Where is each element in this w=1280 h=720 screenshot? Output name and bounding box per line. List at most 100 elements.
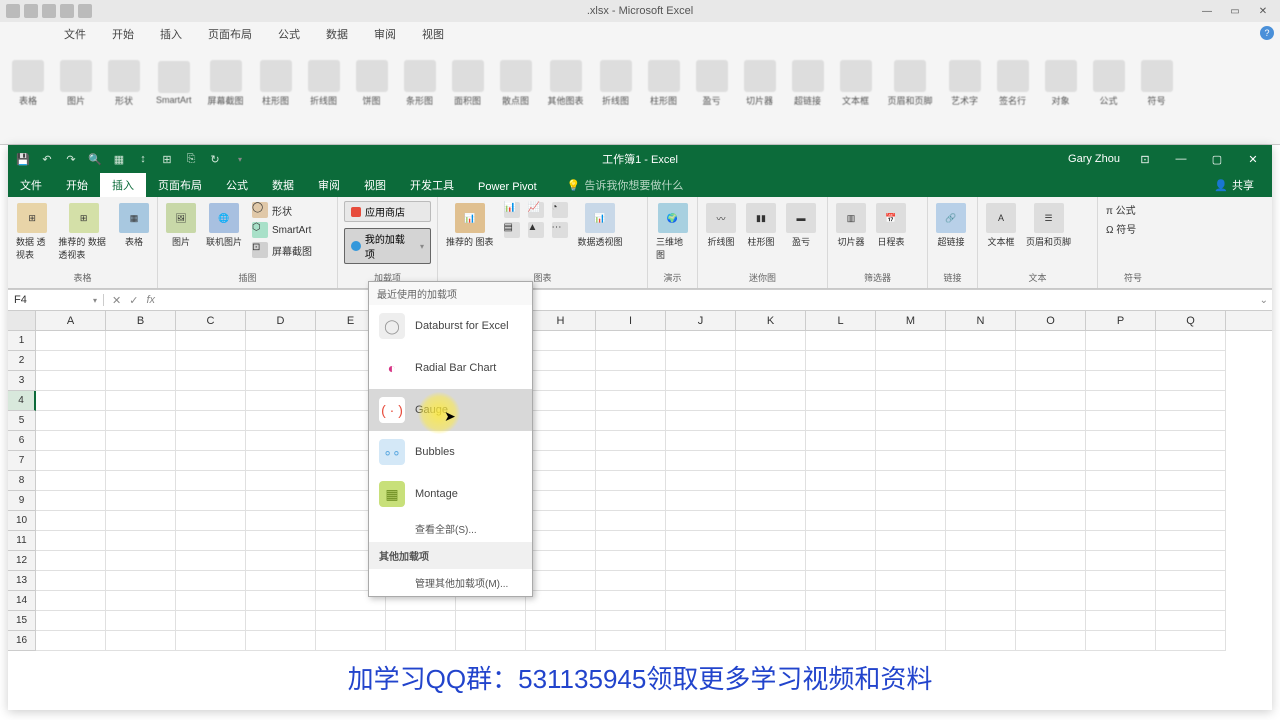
cell[interactable] — [666, 471, 736, 491]
cell[interactable] — [1016, 411, 1086, 431]
cell[interactable] — [526, 531, 596, 551]
smartart-button[interactable]: ⬡SmartArt — [250, 221, 314, 239]
cell[interactable] — [876, 451, 946, 471]
cell[interactable] — [666, 511, 736, 531]
cell[interactable] — [946, 631, 1016, 651]
cell[interactable] — [526, 391, 596, 411]
cell[interactable] — [106, 611, 176, 631]
cell[interactable] — [596, 451, 666, 471]
fx-icon[interactable]: fx — [146, 294, 155, 306]
cell[interactable] — [386, 631, 456, 651]
bg-tab[interactable]: 公式 — [274, 24, 304, 44]
store-button[interactable]: 应用商店 — [344, 201, 431, 222]
bg-ribbon-button[interactable]: SmartArt — [156, 61, 192, 105]
cell[interactable] — [176, 471, 246, 491]
bg-ribbon-button[interactable]: 屏幕截图 — [208, 60, 244, 107]
qat-icon[interactable]: ↕ — [136, 152, 150, 166]
shapes-button[interactable]: ◯形状 — [250, 201, 314, 219]
header-footer-button[interactable]: ☰页眉和页脚 — [1024, 201, 1073, 250]
qat-icon[interactable] — [78, 4, 92, 18]
bg-tab[interactable]: 插入 — [156, 24, 186, 44]
cell[interactable] — [1086, 431, 1156, 451]
cell[interactable] — [526, 411, 596, 431]
cell[interactable] — [876, 491, 946, 511]
maximize-button[interactable]: ▭ — [1224, 3, 1246, 19]
cell[interactable] — [106, 551, 176, 571]
ribbon-tab[interactable]: 开发工具 — [398, 173, 466, 197]
cell[interactable] — [946, 571, 1016, 591]
column-header[interactable]: C — [176, 311, 246, 330]
cell[interactable] — [596, 631, 666, 651]
ribbon-tab[interactable]: 视图 — [352, 173, 398, 197]
addin-item[interactable]: ◐Radial Bar Chart — [369, 347, 532, 389]
cell[interactable] — [806, 331, 876, 351]
share-button[interactable]: 👤 共享 — [1206, 173, 1262, 197]
cell[interactable] — [946, 551, 1016, 571]
pictures-button[interactable]: 🖼图片 — [164, 201, 198, 250]
bg-ribbon-button[interactable]: 艺术字 — [949, 60, 981, 107]
cell[interactable] — [526, 511, 596, 531]
cell[interactable] — [736, 511, 806, 531]
cell[interactable] — [596, 371, 666, 391]
row-header[interactable]: 11 — [8, 531, 36, 551]
column-header[interactable]: Q — [1156, 311, 1226, 330]
qat-icon[interactable]: ⊞ — [160, 152, 174, 166]
cell[interactable] — [806, 471, 876, 491]
ribbon-tab[interactable]: 公式 — [214, 173, 260, 197]
row-header[interactable]: 13 — [8, 571, 36, 591]
cell[interactable] — [1156, 491, 1226, 511]
cell[interactable] — [1156, 431, 1226, 451]
cell[interactable] — [526, 351, 596, 371]
cell[interactable] — [876, 531, 946, 551]
save-icon[interactable]: 💾 — [16, 152, 30, 166]
cell[interactable] — [1016, 331, 1086, 351]
cell[interactable] — [876, 431, 946, 451]
cell[interactable] — [1086, 531, 1156, 551]
cell[interactable] — [666, 551, 736, 571]
3d-map-button[interactable]: 🌍三维地 图 — [654, 201, 691, 263]
bg-tab[interactable]: 开始 — [108, 24, 138, 44]
recommended-pivot-button[interactable]: ⊞推荐的 数据透视表 — [56, 201, 111, 263]
column-header[interactable]: M — [876, 311, 946, 330]
cell[interactable] — [806, 351, 876, 371]
cell[interactable] — [876, 631, 946, 651]
row-header[interactable]: 7 — [8, 451, 36, 471]
cell[interactable] — [876, 331, 946, 351]
cell[interactable] — [1156, 531, 1226, 551]
cell[interactable] — [176, 451, 246, 471]
cell[interactable] — [526, 471, 596, 491]
cell[interactable] — [946, 411, 1016, 431]
cell[interactable] — [946, 431, 1016, 451]
cell[interactable] — [176, 331, 246, 351]
cell[interactable] — [736, 491, 806, 511]
cell[interactable] — [876, 611, 946, 631]
cell[interactable] — [316, 611, 386, 631]
cell[interactable] — [666, 571, 736, 591]
equation-button[interactable]: π 公式 — [1104, 201, 1138, 218]
column-header[interactable]: A — [36, 311, 106, 330]
cell[interactable] — [666, 391, 736, 411]
row-header[interactable]: 15 — [8, 611, 36, 631]
cell[interactable] — [176, 571, 246, 591]
cell[interactable] — [36, 431, 106, 451]
cell[interactable] — [526, 331, 596, 351]
cell[interactable] — [876, 551, 946, 571]
column-header[interactable]: K — [736, 311, 806, 330]
cell[interactable] — [1016, 491, 1086, 511]
cell[interactable] — [36, 371, 106, 391]
cell[interactable] — [1016, 371, 1086, 391]
cell[interactable] — [596, 411, 666, 431]
column-header[interactable]: I — [596, 311, 666, 330]
bg-ribbon-button[interactable]: 柱形图 — [260, 60, 292, 107]
cell[interactable] — [36, 571, 106, 591]
cell[interactable] — [946, 471, 1016, 491]
minimize-button[interactable]: — — [1196, 3, 1218, 19]
sparkline-line-button[interactable]: 〰折线图 — [704, 201, 738, 250]
column-header[interactable]: O — [1016, 311, 1086, 330]
cell[interactable] — [246, 391, 316, 411]
cell[interactable] — [1156, 411, 1226, 431]
cell[interactable] — [106, 631, 176, 651]
cell[interactable] — [1086, 591, 1156, 611]
bg-ribbon-button[interactable]: 图片 — [60, 60, 92, 107]
cell[interactable] — [1086, 551, 1156, 571]
